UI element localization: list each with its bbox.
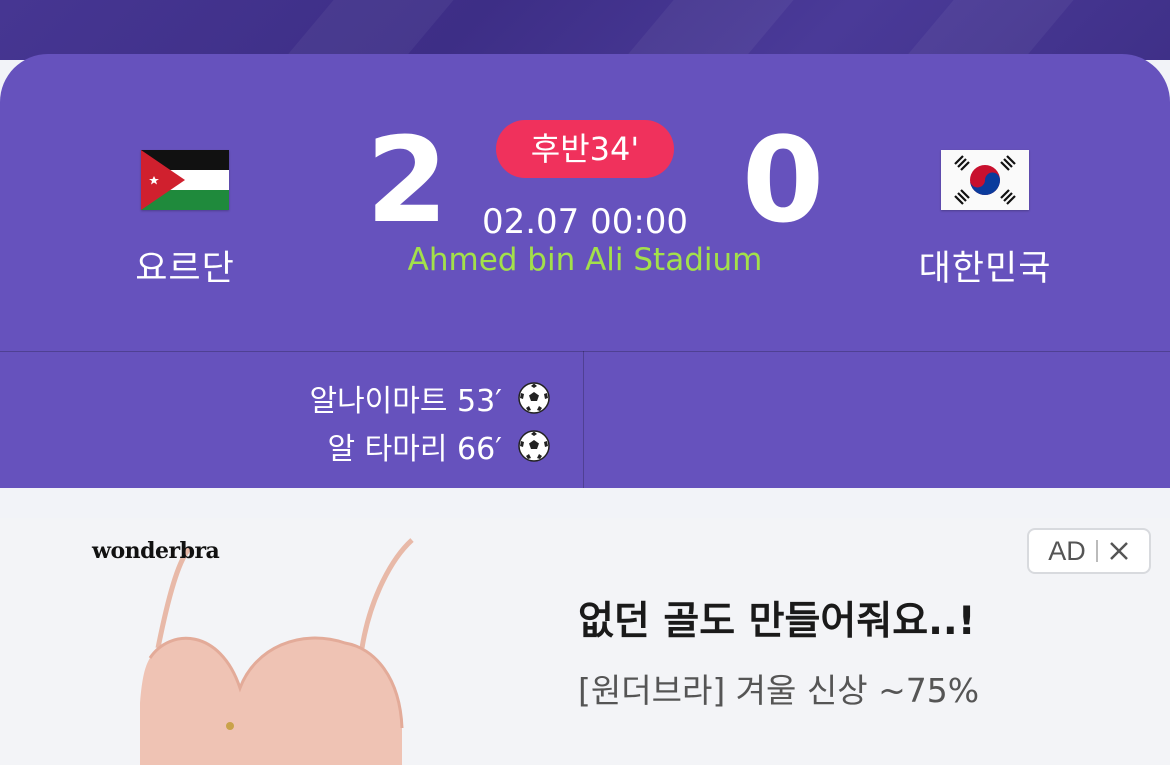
scorer-text: 알나이마트 53′ [309,384,502,419]
scorer-text: 알 타마리 66′ [327,432,502,467]
home-team-name: 요르단 [135,249,235,289]
match-status-badge: 후반34' [496,120,674,178]
ad-badge[interactable]: AD [1027,528,1151,574]
away-team-name: 대한민국 [918,249,1052,289]
ad-subtitle[interactable]: [원더브라] 겨울 신상 ~75% [578,664,979,712]
scorer-row: 알나이마트 53′ [309,374,550,422]
south-korea-flag-icon [941,150,1029,210]
brand-logo: wonderbra [92,538,220,564]
home-team[interactable]: 요르단 [85,150,285,291]
match-datetime: 02.07 00:00 [481,202,689,242]
stadium-name: Ahmed bin Ali Stadium [407,242,763,278]
header-background [0,0,1170,60]
close-icon[interactable] [1108,540,1130,562]
scorer-row: 알 타마리 66′ [309,422,550,470]
ad-badge-separator [1095,540,1098,562]
ad-banner[interactable]: wonderbra AD 없던 골도 만들어줘요..! [원더브라] 겨울 신상… [0,518,1170,765]
home-scorers-list: 알나이마트 53′ 알 타마리 66′ [309,374,550,470]
section-divider [0,351,1170,352]
away-score: 0 [742,111,825,249]
match-card: 요르단 2 후반34' 02.07 00:00 Ahmed bin Ali St… [0,54,1170,488]
jordan-flag-icon [141,150,229,210]
away-team[interactable]: 대한민국 [885,150,1085,291]
soccer-ball-icon [518,430,550,462]
soccer-ball-icon [518,382,550,414]
ad-label: AD [1048,535,1086,566]
column-divider [583,351,584,488]
ad-title[interactable]: 없던 골도 만들어줘요..! [578,590,976,646]
